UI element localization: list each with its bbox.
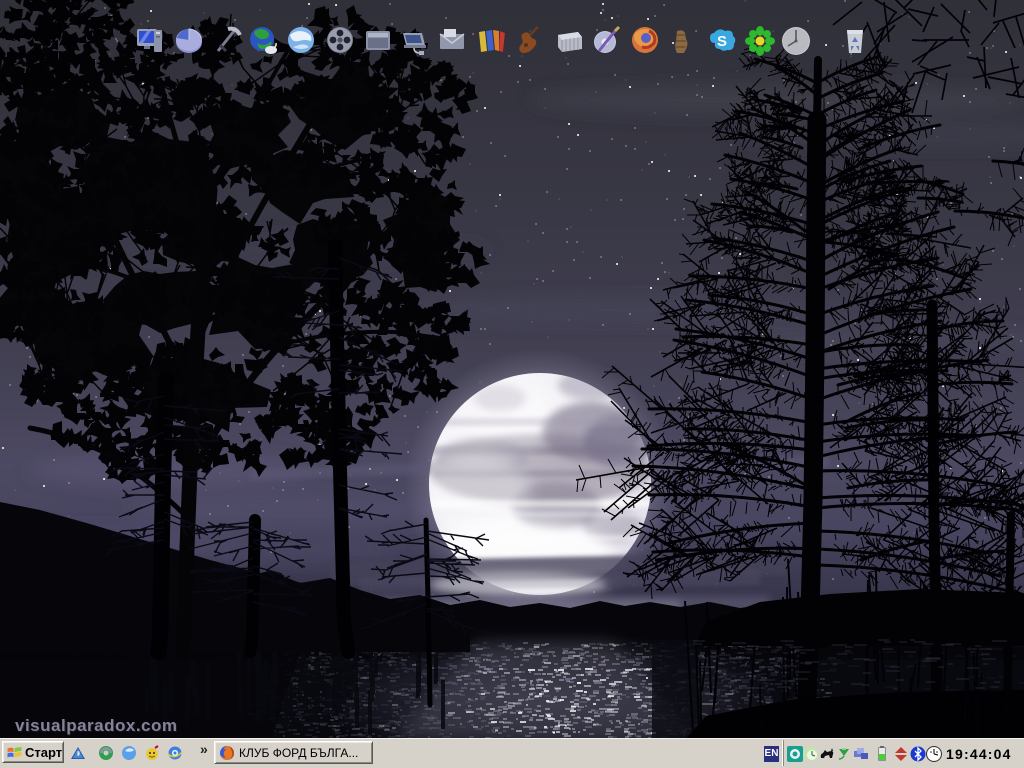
svg-text:S: S (717, 33, 727, 50)
